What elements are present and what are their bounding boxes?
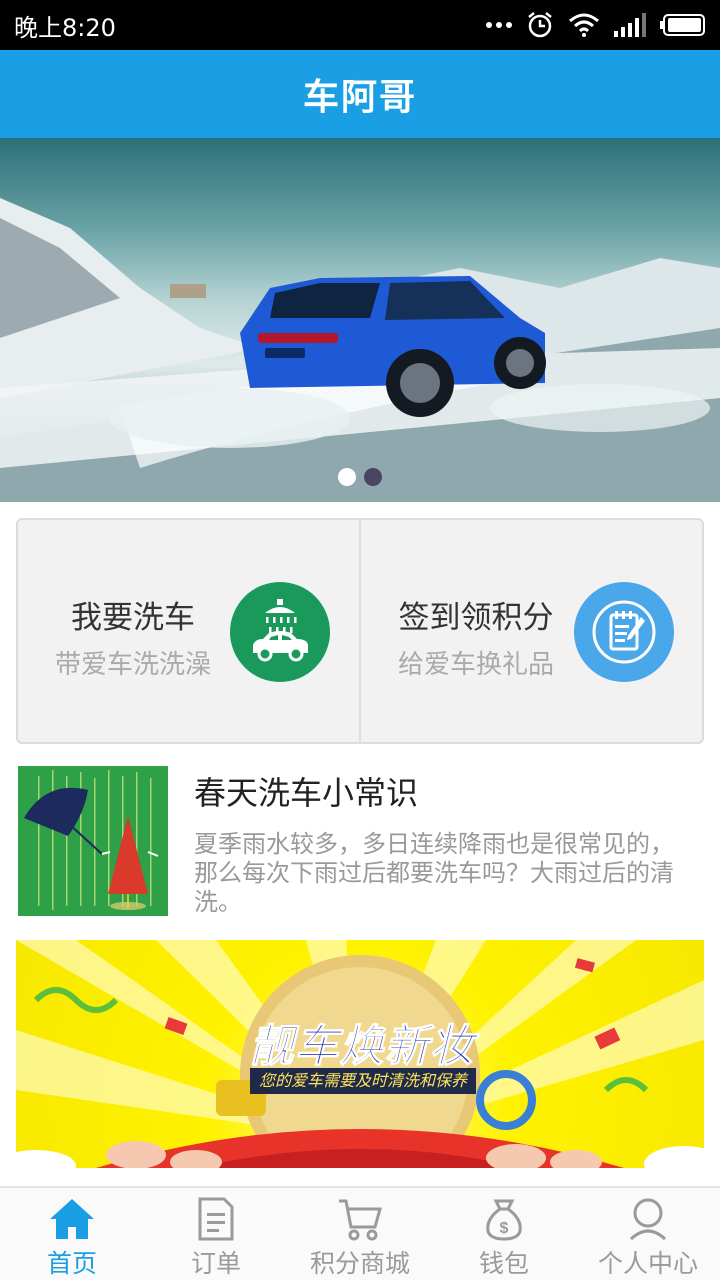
- status-icons: [486, 11, 706, 39]
- battery-icon: [660, 14, 705, 36]
- carousel-dot-1[interactable]: [338, 468, 356, 486]
- cart-icon: [337, 1196, 383, 1242]
- tab-orders[interactable]: 订单: [144, 1188, 288, 1280]
- article-thumbnail: [18, 766, 168, 916]
- promo-subtitle: 您的爱车需要及时清洗和保养: [250, 1068, 476, 1094]
- promo-banner[interactable]: 靓车焕新妆 您的爱车需要及时清洗和保养: [16, 940, 704, 1168]
- app-bar: 车阿哥: [0, 50, 720, 138]
- checkin-subtitle: 给爱车换礼品: [397, 650, 554, 680]
- alarm-icon: [528, 12, 552, 38]
- action-cards: 我要洗车 带爱车洗洗澡 签到领积分 给爱车换礼品: [16, 518, 704, 744]
- car-wash-card[interactable]: 我要洗车 带爱车洗洗澡: [18, 520, 359, 742]
- car-wash-title: 我要洗车: [71, 600, 195, 636]
- signal-icon: [614, 13, 646, 37]
- banner-carousel[interactable]: [0, 138, 720, 502]
- home-icon: [48, 1196, 96, 1242]
- money-bag-icon: $: [484, 1196, 524, 1242]
- wifi-icon: [569, 13, 599, 37]
- page-title: 车阿哥: [302, 77, 417, 118]
- tab-orders-label: 订单: [190, 1249, 241, 1278]
- tab-wallet[interactable]: $ 钱包: [432, 1188, 576, 1280]
- banner-car-image: [0, 198, 720, 502]
- tab-profile-label: 个人中心: [597, 1249, 698, 1278]
- tab-wallet-label: 钱包: [478, 1249, 529, 1278]
- home-screen: 晚上8:20 车阿哥 我要洗车 带爱车洗洗澡 签到领积分 给爱车换礼品 春天洗车…: [0, 0, 720, 1280]
- checkin-card[interactable]: 签到领积分 给爱车换礼品: [359, 520, 702, 742]
- tab-home[interactable]: 首页: [0, 1188, 144, 1280]
- status-bar: 晚上8:20: [0, 0, 720, 50]
- person-icon: [627, 1196, 669, 1242]
- carousel-dot-2[interactable]: [364, 468, 382, 486]
- status-time: 晚上8:20: [14, 13, 116, 42]
- tab-points-mall-label: 积分商城: [309, 1249, 410, 1278]
- article-title: 春天洗车小常识: [194, 774, 419, 812]
- tab-home-label: 首页: [46, 1249, 97, 1278]
- car-wash-subtitle: 带爱车洗洗澡: [54, 650, 211, 680]
- tab-points-mall[interactable]: 积分商城: [288, 1188, 432, 1280]
- checkin-notepad-icon: [574, 582, 674, 682]
- checkin-title: 签到领积分: [398, 600, 554, 636]
- article-description: 夏季雨水较多，多日连续降雨也是很常见的，那么每次下雨过后都要洗车吗？大雨过后的清…: [194, 830, 674, 916]
- svg-text:$: $: [500, 1220, 509, 1237]
- carousel-dots: [0, 468, 720, 486]
- bottom-tab-bar: 首页 订单 积分商城 $ 钱包 个人中心: [0, 1186, 720, 1280]
- order-document-icon: [198, 1196, 234, 1242]
- article-item[interactable]: 春天洗车小常识 夏季雨水较多，多日连续降雨也是很常见的，那么每次下雨过后都要洗车…: [18, 766, 704, 916]
- promo-title: 靓车焕新妆: [249, 1021, 475, 1073]
- more-dots-icon: [486, 22, 512, 28]
- tab-profile[interactable]: 个人中心: [576, 1188, 720, 1280]
- car-wash-icon: [230, 582, 330, 682]
